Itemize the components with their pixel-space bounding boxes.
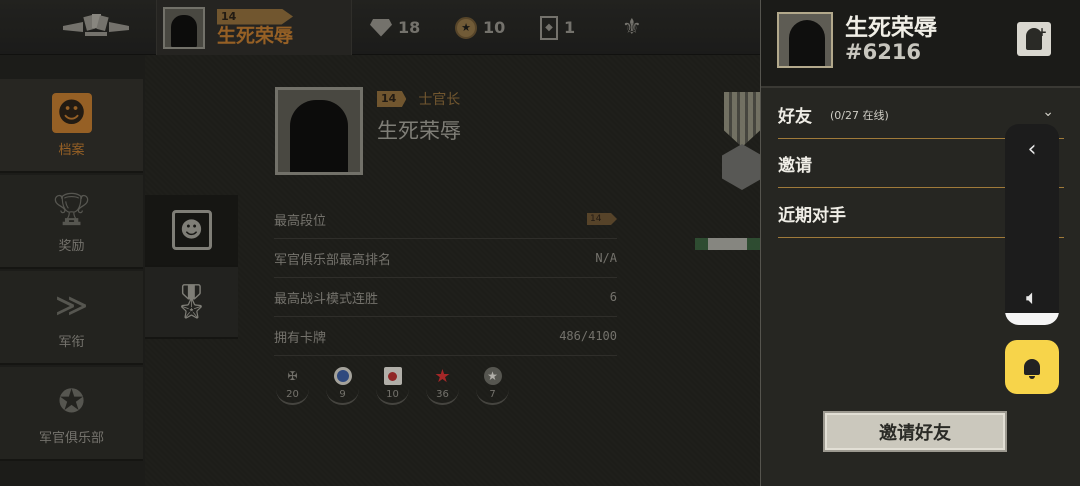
- player-name: 生死荣辱: [845, 15, 937, 41]
- sidebar-item-rank[interactable]: ≫ 军衔: [0, 271, 143, 365]
- game-logo[interactable]: [60, 0, 132, 55]
- fleur-de-lis-button[interactable]: ⚜: [622, 0, 642, 55]
- fleur-de-lis-icon: ⚜: [622, 15, 642, 40]
- friends-panel-header: 生死荣辱 #6216 +: [761, 0, 1080, 88]
- stat-value-rank-badge: 14: [587, 213, 617, 225]
- roundel-icon: [333, 367, 352, 385]
- stat-row-win-streak: 最高战斗模式连胜 6: [274, 278, 617, 317]
- volume-icon[interactable]: 🔈︎: [1005, 282, 1059, 312]
- stat-row-highest-rank: 最高段位 14: [274, 200, 617, 239]
- player-id: #6216: [845, 40, 922, 64]
- faction-japan: 10: [376, 367, 409, 405]
- faction-count: 20: [276, 389, 309, 405]
- faction-usa: ★ 7: [476, 367, 509, 405]
- chevron-rank-icon: ≫: [54, 285, 89, 324]
- soldier-icon: ☻: [51, 92, 92, 133]
- profile-name: 生死荣辱: [377, 119, 461, 143]
- subtab-medals[interactable]: 🎖︎: [145, 267, 238, 339]
- chevron-down-icon[interactable]: ⌄: [1042, 104, 1054, 120]
- add-friend-button[interactable]: +: [1017, 22, 1051, 56]
- faction-count: 36: [426, 389, 459, 405]
- floating-side-bar: ‹ 🔈︎: [1005, 124, 1059, 325]
- stat-row-officers-club-rank: 军官俱乐部最高排名 N/A: [274, 239, 617, 278]
- profile-avatar[interactable]: [275, 87, 363, 175]
- sidebar-item-label: 军衔: [58, 334, 85, 350]
- faction-count: 10: [376, 389, 409, 405]
- card-pack-icon: [370, 18, 392, 37]
- profile-chip[interactable]: 14 生死荣辱: [156, 0, 352, 55]
- tickets-count: 1: [564, 18, 576, 37]
- stat-value: 6: [609, 290, 617, 304]
- cross-icon: ✠: [287, 369, 298, 383]
- sidebar-item-label: 奖励: [58, 238, 85, 254]
- sidebar: ☻ 档案 🏆︎ 奖励 ≫ 军衔 ✪ 军官俱乐部: [0, 55, 145, 486]
- subtab-profile[interactable]: ☻: [145, 195, 238, 267]
- ticket-icon: ◆: [540, 15, 558, 40]
- sidebar-item-officers-club[interactable]: ✪ 军官俱乐部: [0, 367, 143, 461]
- stat-value: 486/4100: [559, 329, 617, 343]
- ribbon-bar-decoration: [695, 238, 760, 250]
- profile-content: 14 士官长 生死荣辱 最高段位 14 军官俱乐部最高排名 N/A 最高战斗模式…: [240, 55, 760, 486]
- trophy-icon: 🏆︎: [51, 189, 92, 228]
- cards-counter[interactable]: 18: [370, 0, 420, 55]
- online-count: (0/27 在线): [830, 109, 889, 122]
- medal-decoration: [718, 92, 766, 202]
- profile-subtabs: ☻ 🎖︎: [145, 195, 238, 341]
- winged-cards-icon: [63, 13, 129, 36]
- faction-count: 7: [476, 389, 509, 405]
- laurel-star-icon: ✪: [58, 381, 85, 420]
- coins-count: 10: [483, 18, 506, 37]
- faction-count: 9: [326, 389, 359, 405]
- stat-label: 军官俱乐部最高排名: [274, 252, 392, 268]
- sidebar-item-label: 档案: [58, 142, 85, 158]
- coin-icon: ★: [455, 16, 477, 39]
- sidebar-item-rewards[interactable]: 🏆︎ 奖励: [0, 175, 143, 269]
- stats-list: 最高段位 14 军官俱乐部最高排名 N/A 最高战斗模式连胜 6 拥有卡牌 48…: [274, 200, 617, 356]
- faction-britain: 9: [326, 367, 359, 405]
- cards-count: 18: [398, 18, 421, 37]
- invite-label: 邀请: [778, 155, 812, 176]
- stat-label: 最高战斗模式连胜: [274, 291, 379, 307]
- medal-icon: 🎖︎: [169, 282, 214, 322]
- invite-friends-button[interactable]: 邀请好友: [823, 411, 1007, 452]
- rank-badge: 14: [217, 8, 294, 25]
- recent-opponents-label: 近期对手: [778, 205, 846, 226]
- stat-label: 最高段位: [274, 213, 327, 229]
- stat-row-cards-owned: 拥有卡牌 486/4100: [274, 317, 617, 356]
- faction-levels: ✠ 20 9 10 ★ 36 ★ 7: [276, 365, 509, 405]
- rank-title: 士官长: [418, 92, 461, 108]
- soldier-portrait-icon: ☻: [171, 210, 212, 250]
- stat-label: 拥有卡牌: [274, 330, 327, 346]
- notification-button[interactable]: [1005, 340, 1059, 394]
- rank-badge: 14: [377, 91, 407, 107]
- sidebar-item-label: 军官俱乐部: [38, 430, 104, 446]
- avatar[interactable]: [777, 12, 833, 68]
- sidebar-item-profile[interactable]: ☻ 档案: [0, 79, 143, 173]
- faction-germany: ✠ 20: [276, 367, 309, 405]
- faction-soviet: ★ 36: [426, 365, 459, 405]
- tickets-counter[interactable]: ◆ 1: [540, 0, 575, 55]
- friends-label: 好友: [778, 106, 812, 127]
- red-star-icon: ★: [434, 365, 451, 387]
- side-bar-handle[interactable]: [1005, 313, 1059, 325]
- stat-value: N/A: [595, 251, 617, 265]
- rising-sun-icon: [383, 367, 402, 385]
- player-name: 生死荣辱: [217, 24, 294, 47]
- back-arrow-icon[interactable]: ‹: [1005, 132, 1059, 166]
- avatar: [163, 6, 205, 49]
- white-star-icon: ★: [483, 367, 502, 385]
- top-bar: 14 生死荣辱 18 ★ 10 ◆ 1 ⚜: [0, 0, 760, 55]
- bell-icon: [1024, 359, 1040, 379]
- coins-counter[interactable]: ★ 10: [455, 0, 505, 55]
